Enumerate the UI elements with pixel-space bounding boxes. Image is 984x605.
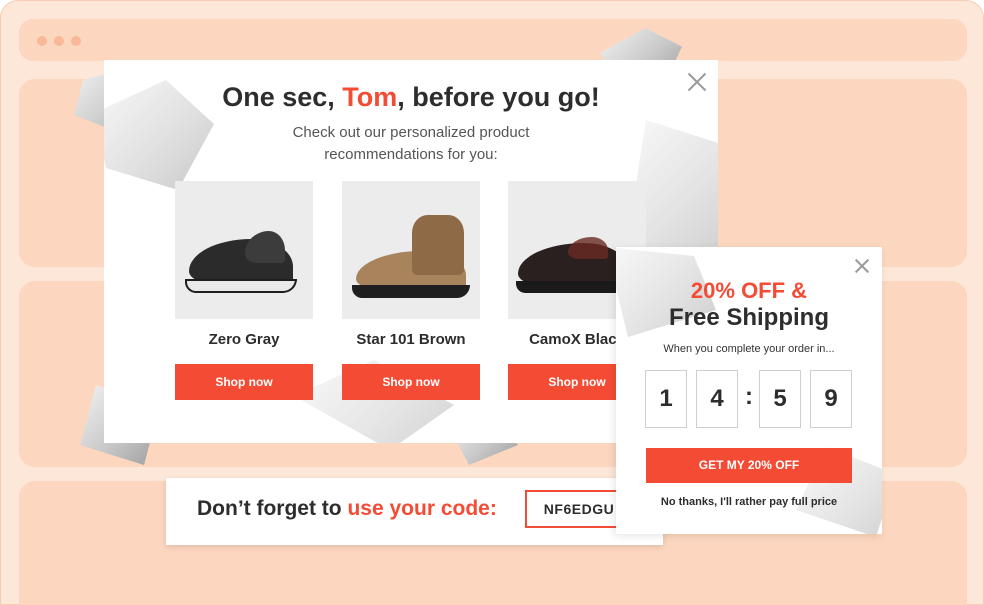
claim-discount-button[interactable]: GET MY 20% OFF (646, 448, 852, 483)
countdown-separator: : (745, 383, 753, 410)
countdown-digit: 5 (759, 370, 801, 428)
countdown-caption: When you complete your order in... (663, 343, 835, 355)
window-dot-icon (37, 36, 47, 46)
product-image (175, 181, 313, 319)
product-card: Zero Gray Shop now (175, 181, 313, 400)
popup-title: One sec, Tom, before you go! (104, 82, 718, 113)
browser-topbar (19, 19, 967, 61)
close-icon[interactable] (687, 72, 707, 92)
popup-subtitle: Check out our personalized product recom… (292, 124, 530, 163)
shop-now-button[interactable]: Shop now (342, 364, 480, 400)
discount-popup: 20% OFF & Free Shipping When you complet… (616, 247, 882, 534)
close-icon[interactable] (855, 259, 869, 273)
title-text: One sec, (222, 82, 343, 112)
discount-subheadline: Free Shipping (668, 304, 829, 331)
decline-link[interactable]: No thanks, I'll rather pay full price (616, 496, 882, 508)
code-message: Don’t forget to use your code: (197, 497, 497, 521)
product-image (342, 181, 480, 319)
countdown-digit: 1 (645, 370, 687, 428)
discount-headline: 20% OFF & (690, 278, 808, 303)
product-name: Zero Gray (208, 331, 280, 348)
product-name: Star 101 Brown (356, 331, 466, 348)
countdown-digit: 4 (696, 370, 738, 428)
customer-name: Tom (342, 82, 398, 112)
product-card: Star 101 Brown Shop now (342, 181, 480, 400)
window-dot-icon (54, 36, 64, 46)
title-text: , before you go! (397, 82, 600, 112)
window-dot-icon (71, 36, 81, 46)
code-message-text: Don’t forget to (197, 497, 348, 520)
discount-code-bar: Don’t forget to use your code: NF6EDGU (166, 478, 663, 545)
shop-now-button[interactable]: Shop now (175, 364, 313, 400)
code-message-accent: use your code: (347, 497, 497, 520)
countdown-digit: 9 (810, 370, 852, 428)
